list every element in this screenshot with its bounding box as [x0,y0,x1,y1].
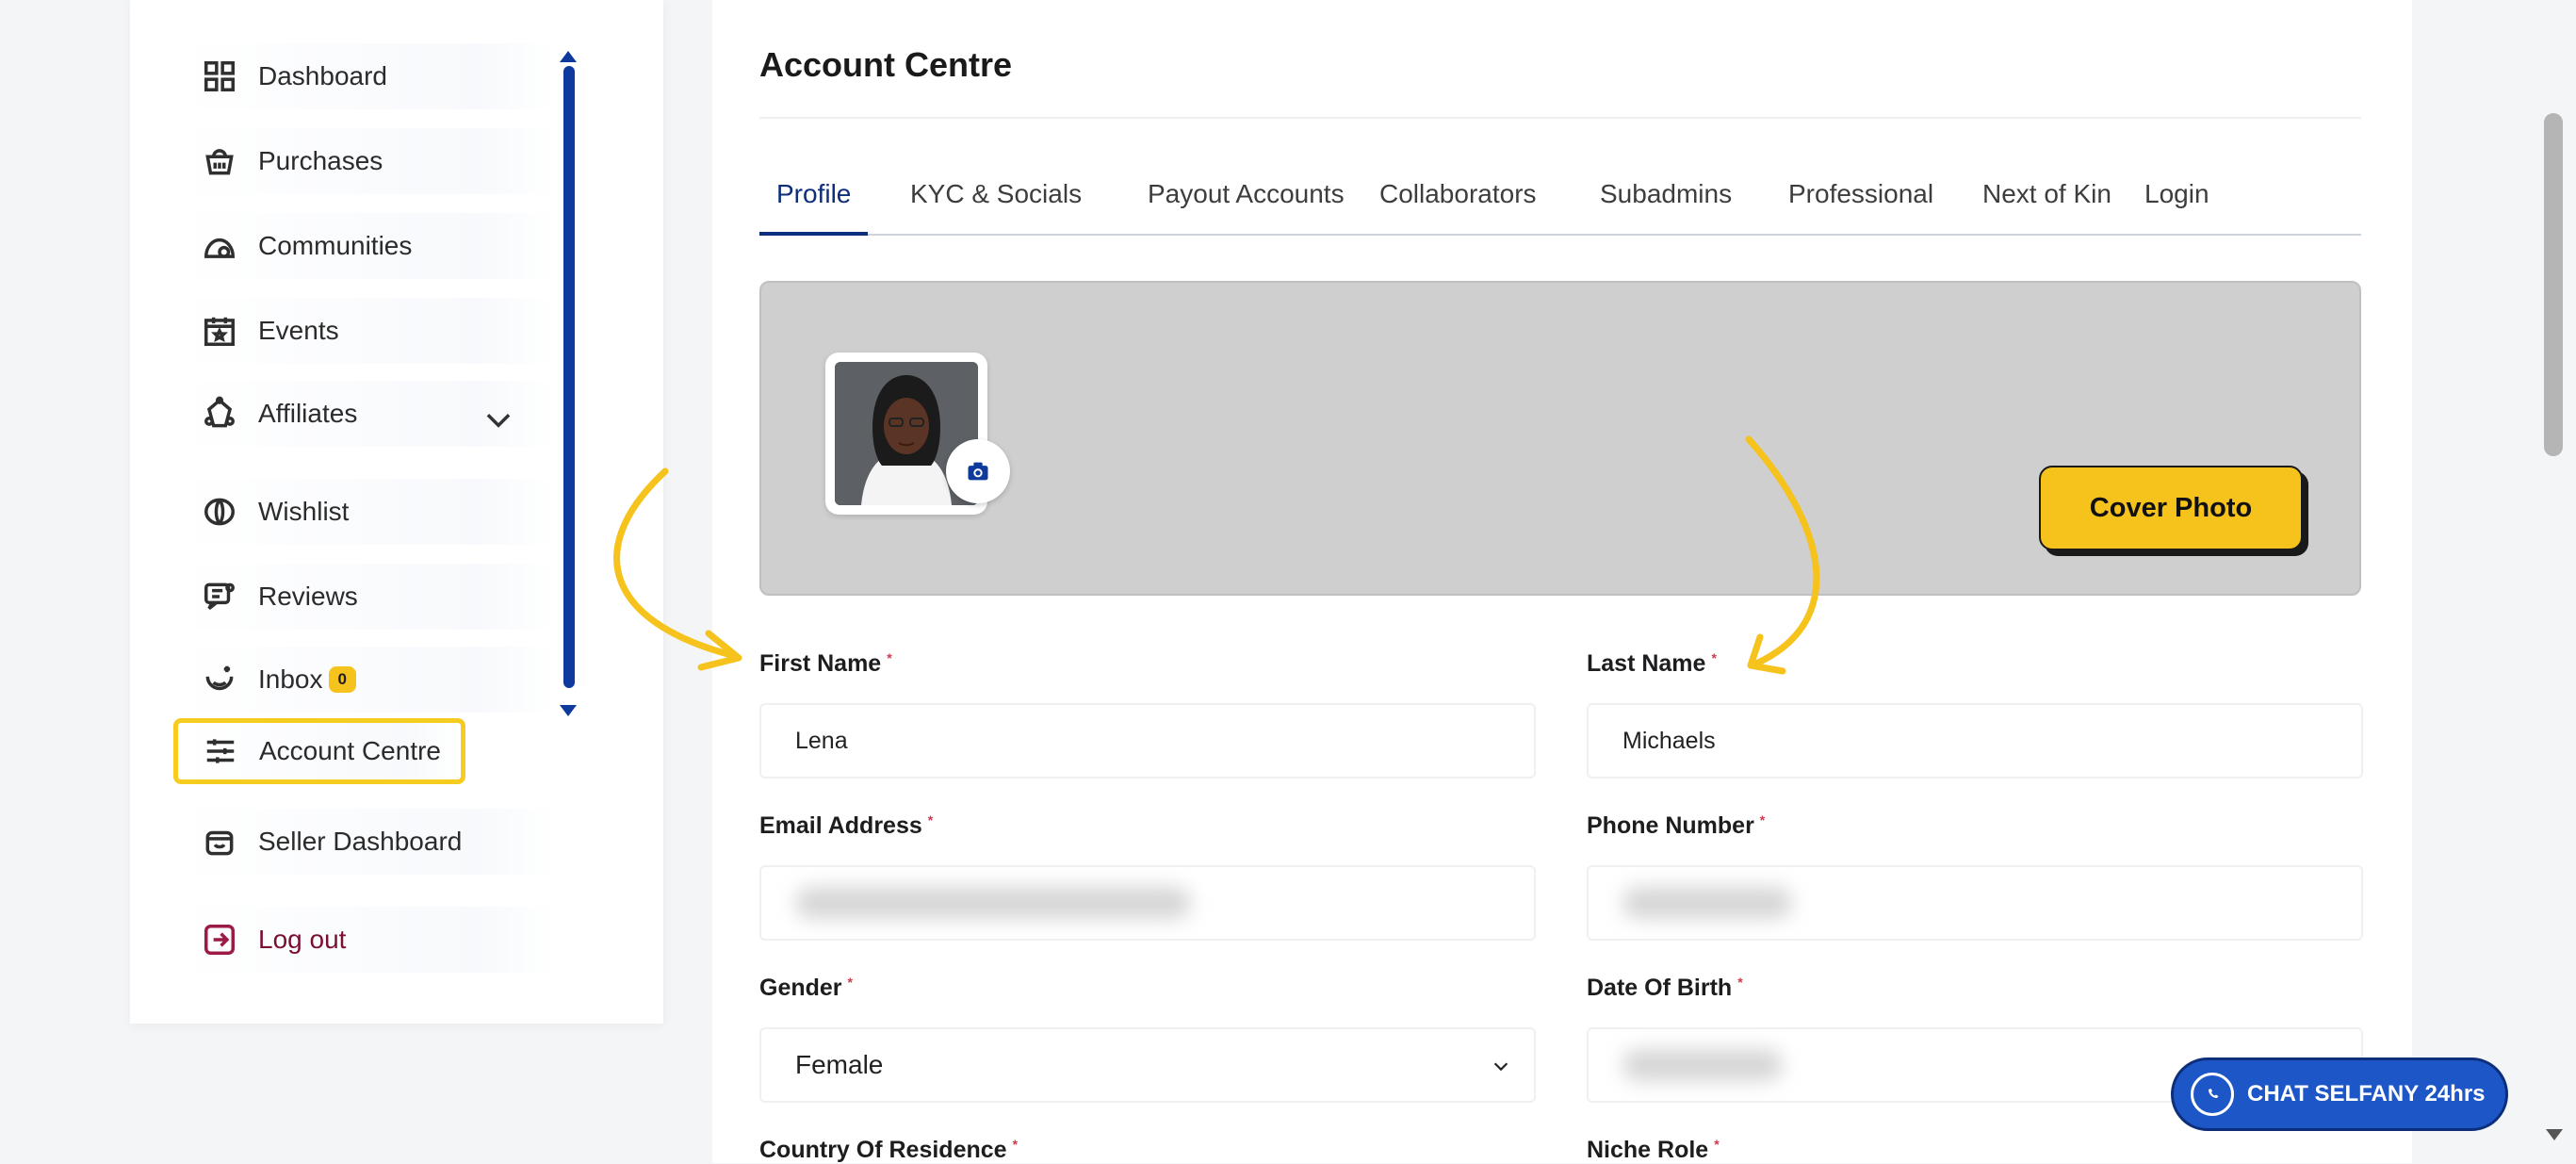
community-icon [200,226,239,266]
page-scrollbar[interactable] [2544,113,2563,456]
sidebar-item-logout[interactable]: Log out [177,907,554,973]
sidebar-item-label: Dashboard [258,61,387,90]
sidebar-scrollbar[interactable] [563,66,575,688]
page-title: Account Centre [759,45,1013,84]
calendar-icon [200,311,239,351]
whatsapp-icon [2191,1073,2234,1116]
niche-role-label: Niche Role * [1587,1137,1720,1163]
dob-label: Date Of Birth * [1587,975,1743,1001]
sidebar-item-events[interactable]: Events [177,298,554,364]
sidebar-item-wishlist[interactable]: Wishlist [177,479,554,545]
sidebar: Dashboard Purchases Communities Events A… [130,0,663,1024]
redacted-value [795,887,1191,919]
sidebar-item-communities[interactable]: Communities [177,213,554,279]
redacted-value [1622,1049,1783,1081]
inbox-count-badge: 0 [328,666,356,693]
redacted-value [1622,887,1792,919]
divider [759,117,2361,119]
sidebar-item-seller-dashboard[interactable]: Seller Dashboard [177,809,554,875]
cover-photo-area: Cover Photo [759,281,2361,596]
sidebar-item-label: Account Centre [259,736,441,765]
seller-icon [200,822,239,861]
tab-payout-accounts[interactable]: Payout Accounts [1131,175,1361,232]
tab-professional[interactable]: Professional [1771,175,1950,232]
inbox-icon [200,660,239,699]
reviews-icon [200,577,239,616]
sidebar-item-account-centre[interactable]: Account Centre [173,718,465,784]
wishlist-icon [200,492,239,532]
sidebar-item-label: Inbox [258,664,323,694]
email-input[interactable] [759,865,1536,941]
country-label: Country Of Residence * [759,1137,1019,1163]
tab-profile[interactable]: Profile [759,175,869,236]
avatar[interactable] [825,352,1010,515]
scroll-down-icon[interactable] [560,705,577,716]
tab-bar: Profile KYC & Socials Payout Accounts Co… [759,175,2361,236]
phone-label: Phone Number * [1587,812,1766,839]
scroll-down-icon[interactable] [2546,1129,2563,1140]
sliders-icon [201,731,240,771]
main-panel: Account Centre Profile KYC & Socials Pay… [712,0,2412,1163]
sidebar-item-dashboard[interactable]: Dashboard [177,43,554,109]
sidebar-item-label: Log out [258,925,347,954]
email-label: Email Address * [759,812,934,839]
last-name-input[interactable]: Michaels [1587,703,2363,779]
first-name-label: First Name * [759,650,892,677]
sidebar-item-inbox[interactable]: Inbox 0 [177,647,554,713]
logout-icon [200,920,239,959]
sidebar-item-label: Events [258,316,339,345]
basket-icon [200,141,239,181]
sidebar-item-label: Wishlist [258,497,350,526]
sidebar-item-label: Seller Dashboard [258,827,463,856]
tab-subadmins[interactable]: Subadmins [1583,175,1749,232]
camera-icon[interactable] [946,439,1010,503]
sidebar-item-reviews[interactable]: Reviews [177,564,554,630]
grid-icon [200,57,239,96]
sidebar-item-label: Communities [258,231,413,260]
sidebar-item-affiliates[interactable]: Affiliates [177,381,554,447]
gender-label: Gender * [759,975,853,1001]
sidebar-item-label: Reviews [258,582,358,611]
cover-photo-button[interactable]: Cover Photo [2039,466,2303,550]
chat-support-button[interactable]: CHAT SELFANY 24hrs [2171,1057,2508,1131]
scroll-up-icon[interactable] [560,51,577,62]
sidebar-item-label: Purchases [258,146,383,175]
sidebar-item-label: Affiliates [258,399,358,428]
tab-next-of-kin[interactable]: Next of Kin [1965,175,2128,232]
last-name-label: Last Name * [1587,650,1717,677]
tab-collaborators[interactable]: Collaborators [1362,175,1554,232]
phone-input[interactable] [1587,865,2363,941]
chevron-down-icon[interactable] [481,402,516,437]
affiliates-icon [200,394,239,434]
sidebar-item-purchases[interactable]: Purchases [177,128,554,194]
tab-kyc-socials[interactable]: KYC & Socials [893,175,1099,232]
gender-select[interactable]: Female [759,1027,1536,1103]
chevron-down-icon [1493,1062,1508,1072]
tab-login[interactable]: Login [2128,175,2226,232]
first-name-input[interactable]: Lena [759,703,1536,779]
chat-label: CHAT SELFANY 24hrs [2247,1081,2486,1107]
